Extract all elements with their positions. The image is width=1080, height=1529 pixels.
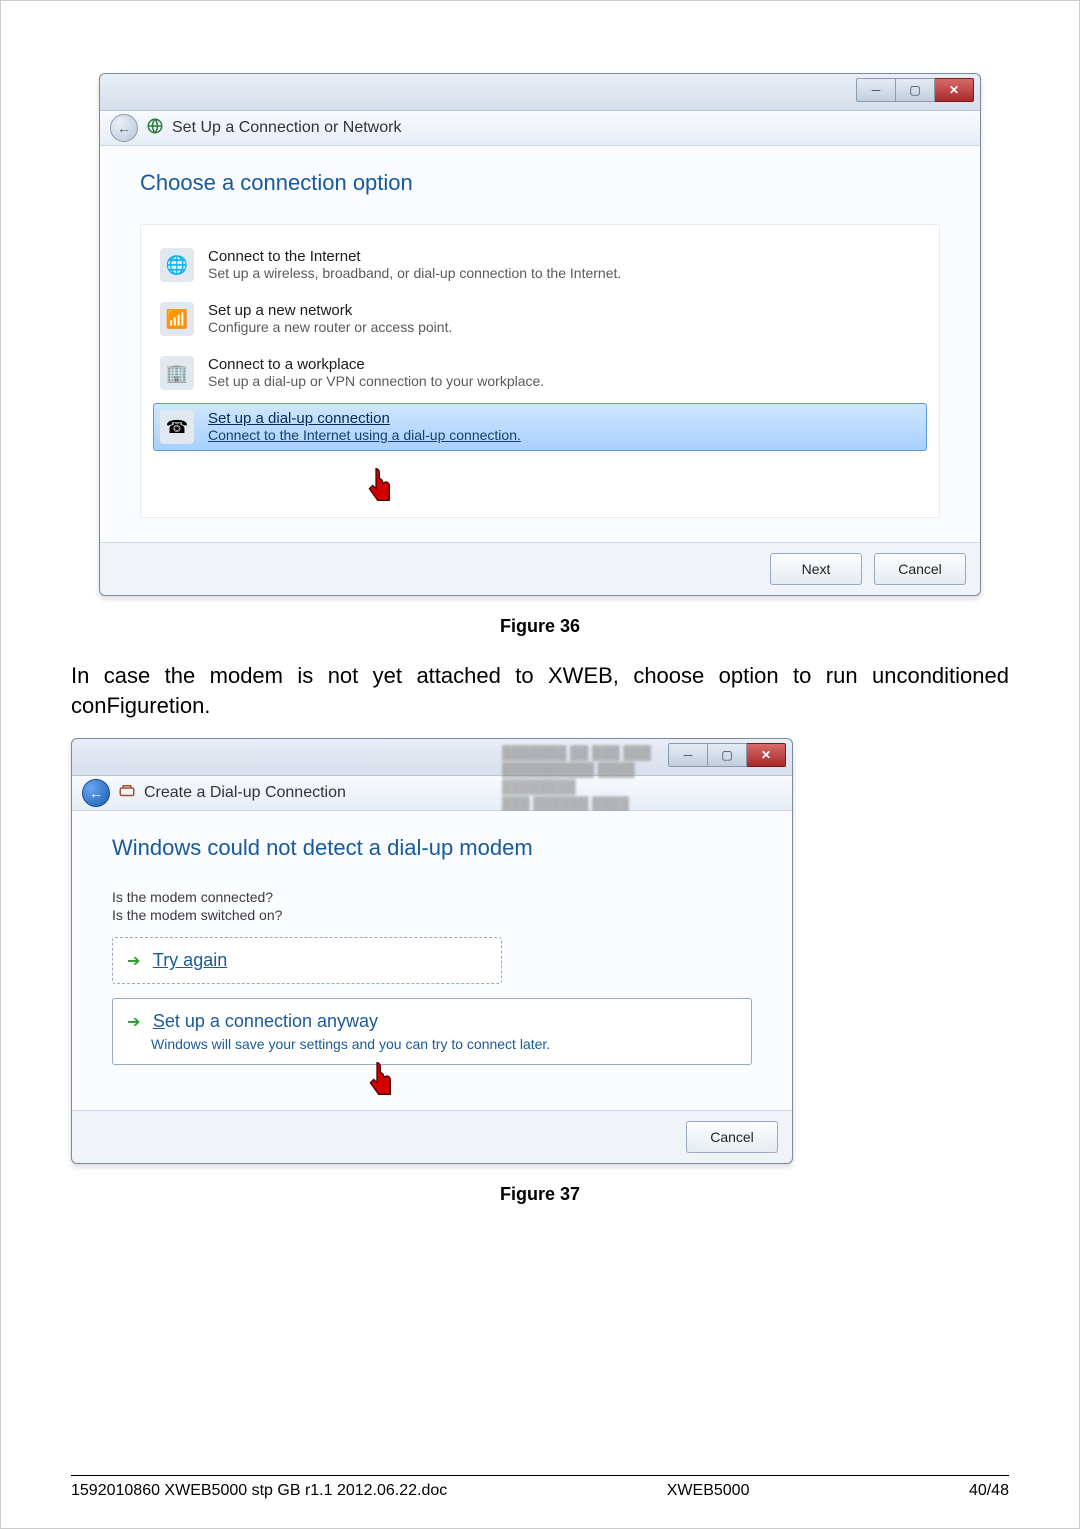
window-controls: ─ ▢ ✕	[668, 743, 786, 767]
try-again-command[interactable]: ➔ TTry againry again	[112, 937, 502, 984]
pointer-hand-icon	[362, 1061, 402, 1101]
option-desc: Set up a dial-up or VPN connection to yo…	[208, 373, 544, 389]
option-desc: Connect to the Internet using a dial-up …	[208, 427, 521, 443]
wizard-content: Windows could not detect a dial-up modem…	[72, 811, 792, 1111]
wizard-content: Choose a connection option 🌐 Connect to …	[100, 146, 980, 543]
prompt-question: Is the modem connected?	[112, 889, 752, 905]
option-title: Connect to a workplace	[208, 356, 544, 373]
back-button[interactable]: ←	[110, 114, 138, 142]
phone-icon: ☎	[160, 410, 194, 444]
cancel-button[interactable]: Cancel	[686, 1121, 778, 1153]
window-titlebar: ─ ▢ ✕	[100, 74, 980, 111]
page-footer: 1592010860 XWEB5000 stp GB r1.1 2012.06.…	[71, 1475, 1009, 1500]
cancel-button[interactable]: Cancel	[874, 553, 966, 585]
figure-caption: Figure 36	[71, 616, 1009, 637]
close-button[interactable]: ✕	[935, 78, 974, 102]
document-page: ─ ▢ ✕ ← Set Up a Connection or Network C…	[0, 0, 1080, 1529]
option-workplace[interactable]: 🏢 Connect to a workplace Set up a dial-u…	[153, 349, 927, 397]
prompt-question: Is the modem switched on?	[112, 907, 752, 923]
back-button[interactable]: ←	[82, 779, 110, 807]
arrow-left-icon: ←	[117, 120, 131, 136]
body-paragraph: In case the modem is not yet attached to…	[71, 661, 1009, 720]
command-desc: Windows will save your settings and you …	[151, 1036, 737, 1052]
wizard-navbar: ← Set Up a Connection or Network	[100, 111, 980, 146]
arrow-left-icon: ←	[89, 785, 103, 801]
minimize-button[interactable]: ─	[856, 78, 896, 102]
footer-page-number: 40/48	[969, 1482, 1009, 1500]
maximize-button[interactable]: ▢	[896, 78, 935, 102]
close-button[interactable]: ✕	[747, 743, 786, 767]
figure-caption: Figure 37	[71, 1184, 1009, 1205]
wizard-button-row: Next Cancel	[100, 543, 980, 595]
option-desc: Configure a new router or access point.	[208, 319, 452, 335]
window-titlebar: ███████ ██ ███ █████████████ ████ ██████…	[72, 739, 792, 776]
wizard-title: Set Up a Connection or Network	[172, 119, 401, 137]
option-title: Connect to the Internet	[208, 248, 621, 265]
option-desc: Set up a wireless, broadband, or dial-up…	[208, 265, 621, 281]
option-title: Set up a dial-up connection	[208, 410, 521, 427]
wizard-button-row: Cancel	[72, 1111, 792, 1163]
maximize-button[interactable]: ▢	[708, 743, 747, 767]
pointer-hand-icon	[361, 467, 401, 507]
wizard-title: Create a Dial-up Connection	[144, 784, 346, 802]
option-dialup[interactable]: ☎ Set up a dial-up connection Connect to…	[153, 403, 927, 451]
minimize-button[interactable]: ─	[668, 743, 708, 767]
modem-icon	[118, 782, 136, 805]
option-title: Set up a new network	[208, 302, 452, 319]
arrow-right-icon: ➔	[127, 1014, 140, 1031]
setup-anyway-command[interactable]: ➔ Set up a connection anyway Set up a co…	[112, 998, 752, 1065]
network-icon	[146, 117, 164, 140]
setup-connection-window: ─ ▢ ✕ ← Set Up a Connection or Network C…	[99, 73, 981, 596]
option-new-network[interactable]: 📶 Set up a new network Configure a new r…	[153, 295, 927, 343]
connection-option-list: 🌐 Connect to the Internet Set up a wirel…	[140, 224, 940, 518]
footer-product: XWEB5000	[667, 1482, 750, 1500]
option-connect-internet[interactable]: 🌐 Connect to the Internet Set up a wirel…	[153, 241, 927, 289]
section-heading: Choose a connection option	[140, 170, 940, 196]
building-icon: 🏢	[160, 356, 194, 390]
arrow-right-icon: ➔	[127, 953, 140, 970]
window-controls: ─ ▢ ✕	[856, 78, 974, 102]
globe-icon: 🌐	[160, 248, 194, 282]
next-button[interactable]: Next	[770, 553, 862, 585]
footer-doc-name: 1592010860 XWEB5000 stp GB r1.1 2012.06.…	[71, 1482, 447, 1500]
create-dialup-window: ███████ ██ ███ █████████████ ████ ██████…	[71, 738, 793, 1164]
router-icon: 📶	[160, 302, 194, 336]
section-heading: Windows could not detect a dial-up modem	[112, 835, 752, 861]
